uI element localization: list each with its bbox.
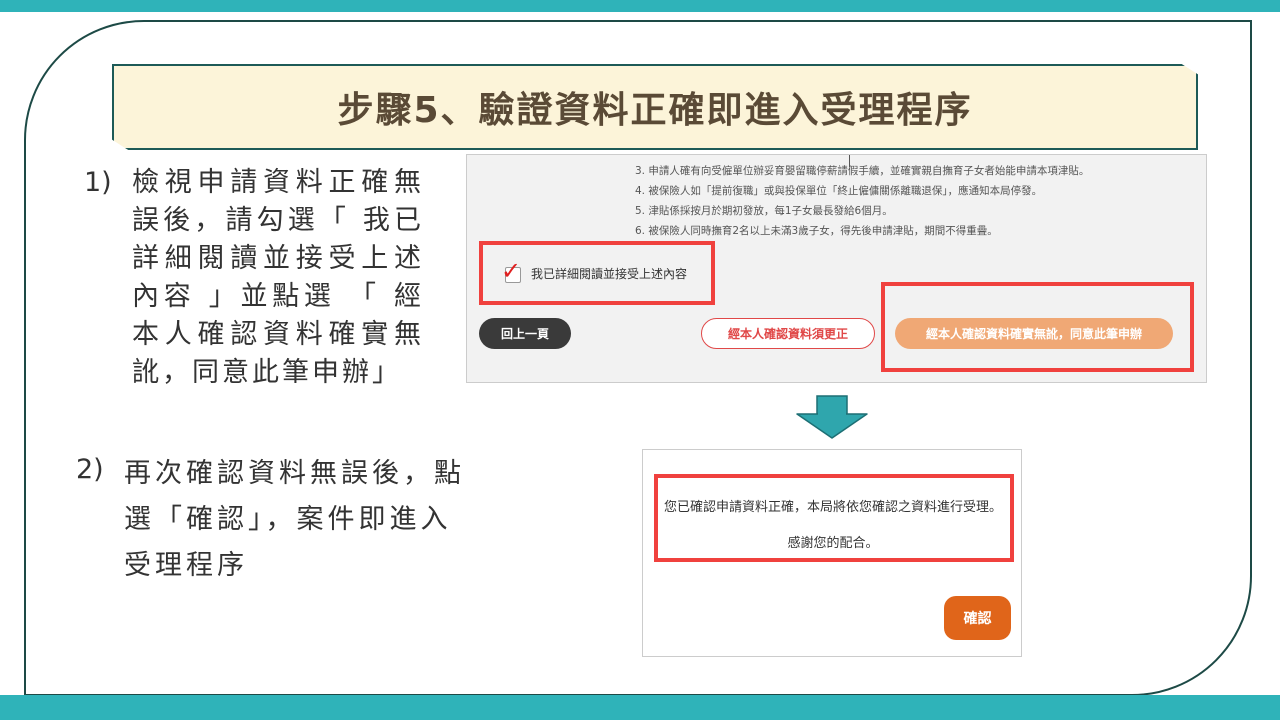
check-mark-icon: ✓ (501, 257, 522, 285)
note-item: 6. 被保險人同時撫育2名以上未滿3歲子女，得先後申請津貼，期間不得重疊。 (635, 225, 998, 237)
bottom-accent-bar (0, 695, 1280, 720)
down-arrow-icon (796, 395, 868, 439)
correct-data-button[interactable]: 經本人確認資料須更正 (701, 318, 875, 349)
agreement-screenshot: 3. 申請人確有向受僱單位辦妥育嬰留職停薪請假手續，並確實親自撫育子女者始能申請… (466, 154, 1207, 383)
note-item: 4. 被保險人如「提前復職」或與投保單位「終止僱傭關係離職退保」，應通知本局停發… (635, 185, 1043, 197)
agree-checkbox-label[interactable]: 我已詳細閱讀並接受上述內容 (531, 265, 687, 282)
step-1-number: 1) (84, 167, 112, 198)
note-item: 3. 申請人確有向受僱單位辦妥育嬰留職停薪請假手續，並確實親自撫育子女者始能申請… (635, 165, 1090, 177)
text-cursor (849, 155, 850, 167)
thanks-message: 感謝您的配合。 (787, 536, 879, 551)
agree-submit-button[interactable]: 經本人確認資料確實無訛，同意此筆申辦 (895, 318, 1173, 349)
confirm-button[interactable]: 確認 (944, 596, 1011, 640)
confirm-dialog-screenshot: 您已確認申請資料正確，本局將依您確認之資料進行受理。 感謝您的配合。 確認 (642, 449, 1022, 657)
checkbox-highlight: ✓ 我已詳細閱讀並接受上述內容 (479, 241, 715, 305)
note-item: 5. 津貼係採按月於期初發放，每1子女最長發給6個月。 (635, 205, 893, 217)
top-accent-bar (0, 0, 1280, 12)
notes-list: 3. 申請人確有向受僱單位辦妥育嬰留職停薪請假手續，並確實親自撫育子女者始能申請… (635, 161, 1089, 241)
step-1-text: 檢視申請資料正確無誤後，請勾選「 我已詳細閱讀並接受上述內容 」並點選 「 經本… (132, 167, 424, 388)
confirm-message: 您已確認申請資料正確，本局將依您確認之資料進行受理。 (663, 500, 1002, 515)
back-button[interactable]: 回上一頁 (479, 318, 571, 349)
step-2-text: 再次確認資料無誤後，點選「確認」，案件即進入受理程序 (124, 458, 465, 581)
page-title: 步驟5、驗證資料正確即進入受理程序 (337, 90, 973, 131)
step-2-number: 2) (76, 454, 104, 485)
